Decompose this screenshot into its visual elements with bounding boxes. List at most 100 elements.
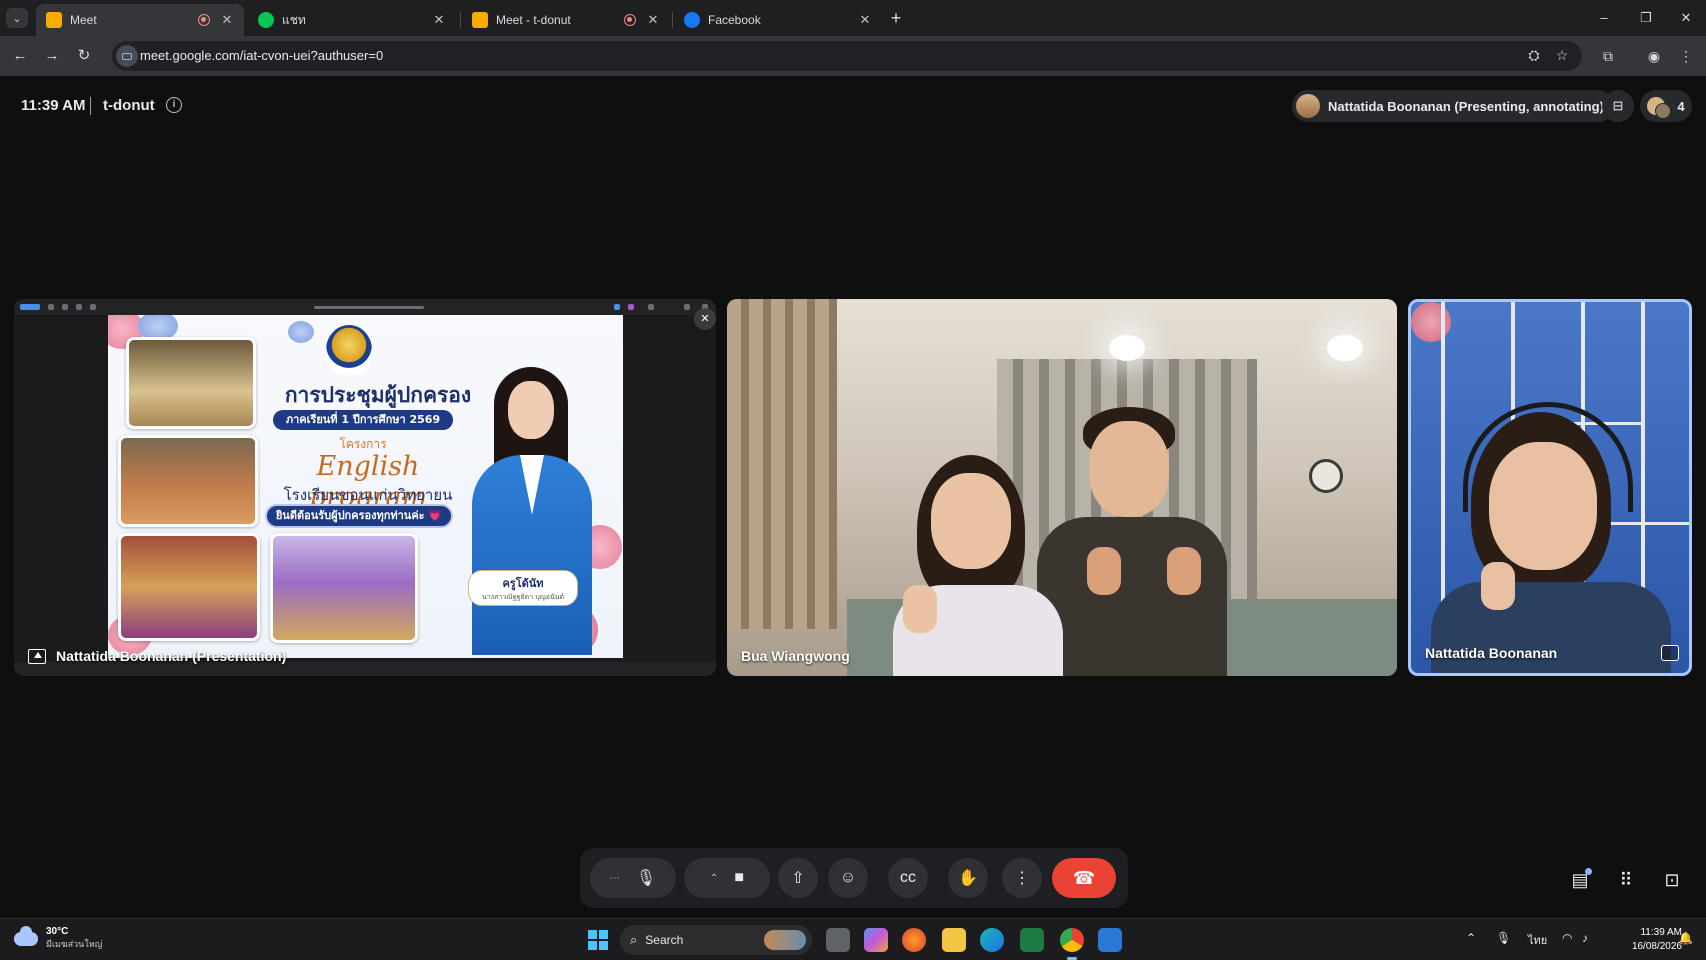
participant-name: Nattatida Boonanan [1425, 645, 1558, 661]
mic-button[interactable]: ⋯ 🎙 [590, 858, 676, 898]
leave-call-button[interactable]: ☎ [1052, 858, 1116, 898]
temperature: 30°C [46, 926, 69, 937]
more-vert-icon: ⋮ [1014, 870, 1030, 887]
captions-button[interactable]: cc [888, 858, 928, 898]
microphone-icon: 🎙 [635, 870, 657, 887]
notification-icon[interactable]: 🔔 [1678, 931, 1693, 945]
camera-icon: ■ [734, 869, 745, 886]
language-indicator[interactable]: ไทย [1528, 931, 1547, 949]
meet-header: 11:39 AM t-donut i Nattatida Boonanan (P… [0, 84, 1706, 128]
tab-close-icon[interactable]: ✕ [858, 12, 872, 28]
tab-separator [460, 12, 461, 28]
forward-button[interactable]: → [40, 44, 64, 68]
slide-welcome-banner: ยินดีต้อนรับผู้ปกครองทุกท่านค่ะ 💗 [265, 504, 453, 528]
event-photo [118, 435, 258, 527]
start-button[interactable] [588, 930, 608, 950]
edge-icon[interactable] [980, 928, 1004, 952]
volume-icon[interactable]: ♪ [1582, 931, 1588, 945]
people-button[interactable]: 4 [1640, 90, 1692, 122]
shared-app-icon [20, 304, 40, 310]
hand-icon: ✋ [958, 870, 978, 887]
reactions-button[interactable]: ☺ [828, 858, 868, 898]
taskbar-search[interactable]: ⌕ Search [620, 925, 812, 955]
profile-icon[interactable]: ◉ [1642, 44, 1666, 68]
host-controls-button[interactable]: ⊡ [1658, 866, 1686, 894]
ceiling-light [1327, 335, 1363, 361]
weather-widget[interactable]: 30°C มีเมฆส่วนใหญ่ [14, 925, 102, 951]
meeting-controls: ⋯ 🎙 ⌃ ■ ⇧ ☺ cc ✋ ⋮ ☎ [580, 848, 1128, 908]
participant-name: Bua Wiangwong [741, 648, 850, 664]
address-bar[interactable]: meet.google.com/iat-cvon-uei?authuser=0 … [112, 41, 1582, 71]
tab-meet[interactable]: Meet ✕ [36, 4, 244, 36]
ceiling-light [1109, 335, 1145, 361]
translate-icon[interactable]: ⛭ [1524, 47, 1544, 64]
more-options-button[interactable]: ⋮ [1002, 858, 1042, 898]
raise-hand-button[interactable]: ✋ [948, 858, 988, 898]
tab-facebook[interactable]: Facebook ✕ [674, 4, 882, 36]
close-window-button[interactable]: ✕ [1666, 0, 1706, 36]
tab-chat[interactable]: แชท ✕ [248, 4, 456, 36]
present-button[interactable]: ⇧ [778, 858, 818, 898]
meeting-info-icon[interactable]: i [166, 97, 182, 113]
tab-close-icon[interactable]: ✕ [220, 12, 234, 28]
flower-decoration [1411, 302, 1451, 342]
mic-tray-icon[interactable]: 🎙 [1496, 931, 1511, 945]
presentation-name-label: Nattatida Boonanan (Presentation) [28, 648, 286, 664]
photos-icon[interactable] [1098, 928, 1122, 952]
hang-up-icon: ☎ [1072, 867, 1096, 888]
browser-menu-icon[interactable]: ⋮ [1674, 44, 1698, 68]
chat-button[interactable]: ▤ [1566, 866, 1594, 894]
reload-button[interactable]: ↻ [72, 44, 96, 68]
file-explorer-icon[interactable] [942, 928, 966, 952]
layout-icon: ⊟ [1612, 98, 1624, 113]
search-icon: ⌕ [630, 932, 638, 947]
tray-overflow-icon[interactable]: ⌃ [1466, 931, 1476, 945]
recording-icon [198, 14, 210, 26]
tab-close-icon[interactable]: ✕ [432, 12, 446, 28]
event-photo [270, 533, 418, 643]
wall-clock [1309, 459, 1343, 493]
minimize-button[interactable]: – [1584, 0, 1624, 36]
tab-title: Meet [70, 13, 97, 27]
bookmark-star-icon[interactable]: ☆ [1552, 47, 1572, 64]
firefox-icon[interactable] [902, 928, 926, 952]
tab-close-icon[interactable]: ✕ [646, 12, 660, 28]
windows-taskbar: 30°C มีเมฆส่วนใหญ่ ⌕ Search ⌃ 🎙 ไทย ◠ ♪ … [0, 918, 1706, 960]
taskbar-clock[interactable]: 11:39 AM 16/08/2026 [1616, 926, 1682, 954]
curtain-background [727, 299, 837, 629]
new-tab-button[interactable]: + [884, 6, 908, 30]
flower-decoration [288, 321, 314, 343]
tab-search-button[interactable]: ⌄ [6, 8, 28, 28]
chrome-icon[interactable] [1060, 928, 1084, 952]
participant-tile-bua[interactable]: Bua Wiangwong [727, 299, 1397, 676]
browser-tab-strip: ⌄ Meet ✕ แชท ✕ Meet - t-donut ✕ Facebook… [0, 0, 1706, 36]
clock-date: 16/08/2026 [1631, 941, 1682, 952]
presenter-status-chip[interactable]: Nattatida Boonanan (Presenting, annotati… [1292, 90, 1614, 122]
restore-button[interactable]: ❐ [1626, 0, 1666, 36]
layout-switch-button[interactable]: ⊟ [1602, 90, 1634, 122]
participant-tile-nattatida[interactable]: Nattatida Boonanan [1408, 299, 1692, 676]
copilot-icon[interactable] [864, 928, 888, 952]
site-info-icon[interactable] [116, 45, 138, 67]
presentation-owner-name: Nattatida Boonanan (Presentation) [56, 648, 287, 664]
camera-button[interactable]: ⌃ ■ [684, 858, 770, 898]
wifi-icon[interactable]: ◠ [1562, 931, 1572, 945]
search-highlight-image [764, 930, 806, 950]
extensions-icon[interactable]: ⧉ [1596, 44, 1620, 68]
lock-person-icon: ⊡ [1664, 870, 1680, 890]
tile-options-icon[interactable] [1661, 645, 1679, 661]
presentation-tile[interactable]: การประชุมผู้ปกครอง ภาคเรียนที่ 1 ปีการศึ… [14, 299, 716, 676]
task-view-icon[interactable] [826, 928, 850, 952]
activities-button[interactable]: ⠿ [1612, 866, 1640, 894]
clock-time: 11:39 AM [1640, 927, 1682, 938]
tab-title: แชท [282, 12, 306, 27]
unread-indicator [1585, 868, 1592, 875]
shared-window-statusbar [14, 662, 716, 676]
event-photo [118, 533, 260, 641]
back-button[interactable]: ← [8, 44, 32, 68]
tab-meet-t-donut[interactable]: Meet - t-donut ✕ [462, 4, 670, 36]
presenter-status-text: Nattatida Boonanan (Presenting, annotati… [1328, 98, 1604, 114]
excel-icon[interactable] [1020, 928, 1044, 952]
meeting-name: t-donut [103, 97, 155, 114]
teacher-title: ครูโด้นัท [502, 577, 544, 590]
